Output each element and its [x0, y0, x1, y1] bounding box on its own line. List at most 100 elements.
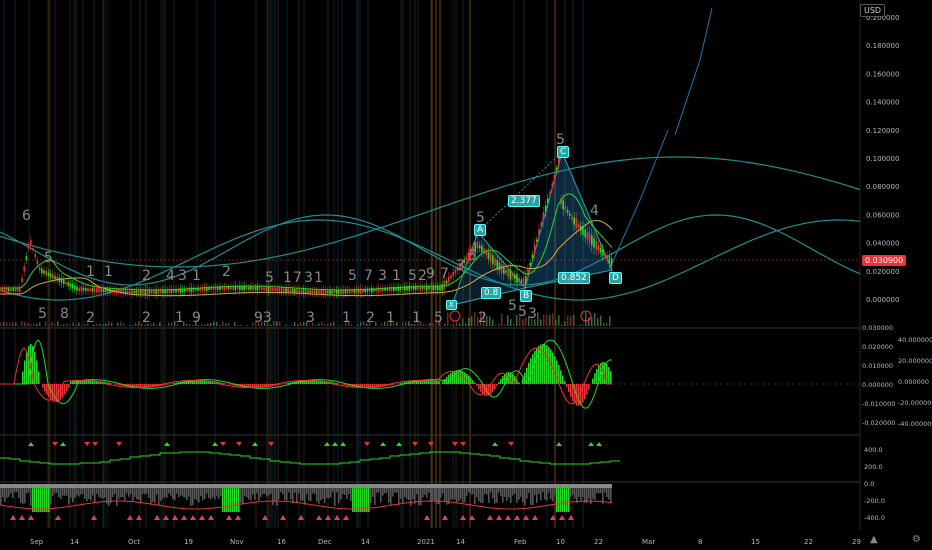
lower-axis: 400.0 200.0 0.0 -200.0 -400.0 [864, 446, 885, 522]
volume-bar [579, 324, 581, 326]
candle-body [291, 289, 294, 293]
volume-panel-bar [62, 488, 64, 496]
volume-panel-bar [232, 488, 234, 512]
volume-panel-bar [556, 488, 558, 512]
oscillator-bar [580, 384, 582, 405]
oscillator-right-axis-tick: -20.000000 [898, 399, 932, 407]
volume-bar [216, 321, 218, 326]
volume-panel-bar [278, 488, 280, 500]
oscillator-bar [608, 367, 610, 384]
volume-panel-bar [458, 488, 460, 502]
volume-panel-bar [8, 488, 10, 497]
volume-panel-bar [576, 488, 578, 503]
wave-number: 7 [440, 266, 449, 282]
volume-bar [318, 323, 320, 326]
volume-marker [559, 515, 565, 520]
volume-panel-bar [306, 488, 308, 495]
volume-panel-bar [36, 488, 38, 512]
volume-panel-bar [188, 488, 190, 497]
volume-panel-bar [102, 488, 104, 499]
buy-signal-arrow [380, 442, 386, 446]
volume-bar [78, 322, 80, 326]
oscillator-histogram [22, 344, 612, 406]
volume-panel-bar [548, 488, 550, 493]
chart-canvas[interactable]: 651 1 2 4 3 1 2 5 1 7 3 1 5 7 3 1 5 2 9 7 355545 8 2 2 1 9 93 3 1 2 1 1… [0, 0, 932, 550]
volume-panel-bar [238, 488, 240, 512]
volume-panel-bar [234, 488, 236, 512]
candle-body [49, 273, 52, 278]
volume-bar [126, 325, 128, 326]
volume-panel-bar [58, 488, 60, 498]
oscillator-bar [150, 384, 152, 388]
volume-panel-bar [256, 488, 258, 494]
candle-body [481, 245, 483, 252]
volume-panel-bar [434, 488, 436, 501]
volume-panel-bar [158, 488, 160, 506]
volume-panel-bar [174, 488, 176, 501]
volume-bar [447, 312, 449, 326]
volume-panel-bar [394, 488, 396, 493]
oscillator-right-axis-tick: 20.000000 [898, 357, 932, 365]
candle-body [439, 286, 441, 291]
volume-bar [468, 317, 470, 326]
volume-panel-bar [428, 488, 430, 493]
candle-body [102, 289, 105, 293]
volume-panel-bar [96, 488, 98, 494]
volume-panel-bar [344, 488, 346, 495]
candle-body [487, 251, 490, 260]
candle-body [54, 275, 56, 280]
currency-label[interactable]: USD [860, 4, 886, 17]
time-axis-tick: 29 [852, 538, 861, 546]
candle-body [5, 288, 8, 292]
volume-panel-bar [210, 488, 212, 500]
volume-panel-bar [514, 488, 516, 494]
volume-panel-bar [240, 488, 242, 503]
volume-panel-bar [604, 488, 606, 493]
candle-body [327, 290, 329, 294]
volume-panel-bar [214, 488, 216, 500]
candle-body [261, 287, 263, 291]
price-axis-tick: 0.120000 [866, 127, 899, 135]
volume-bar [291, 325, 293, 326]
volume-panel-bar [508, 488, 510, 498]
volume-panel-bar [386, 488, 388, 493]
volume-panel-bar [86, 488, 88, 502]
volume-panel-bar [260, 488, 262, 497]
oscillator-bar [544, 344, 546, 384]
volume-bar [561, 324, 563, 326]
volume-bar [102, 324, 104, 326]
candle-body [1, 288, 3, 292]
volume-bar [585, 312, 587, 326]
volume-panel-bar [570, 488, 572, 497]
candle-body [93, 288, 96, 292]
wave-number: 8 [60, 306, 69, 322]
oscillator-bar [66, 384, 68, 392]
volume-bar [327, 323, 329, 326]
volume-bar [453, 324, 455, 326]
oscillator-bar [26, 351, 28, 384]
volume-bar [381, 323, 383, 326]
candle-body [522, 277, 525, 287]
candle-body [478, 245, 481, 249]
wave-number: 3 [528, 306, 537, 322]
oscillator-bar [222, 383, 224, 384]
candle-body [434, 286, 437, 290]
signal-step-line [0, 451, 620, 465]
volume-panel-bar [40, 488, 42, 512]
volume-bar [99, 323, 101, 326]
volume-panel-bar [552, 488, 554, 502]
sell-signal-arrow [116, 442, 122, 446]
tradingview-logo-icon[interactable]: ▲ [870, 534, 878, 545]
candle-body [320, 290, 322, 294]
volume-panel-bar [94, 488, 96, 504]
volume-marker [343, 515, 349, 520]
candle-body [520, 279, 523, 283]
volume-bar [294, 322, 296, 326]
volume-bar [204, 324, 206, 326]
candle-body [69, 283, 72, 287]
volume-panel-bar [334, 488, 336, 506]
price-axis-tick: 0.020000 [866, 268, 899, 276]
wave-number-labels: 651 1 2 4 3 1 2 5 1 7 3 1 5 7 3 1 5 2 9 7 355545 8 2 2 1 9 93 3 1 2 1 1… [22, 132, 599, 326]
settings-gear-icon[interactable]: ⚙ [912, 534, 921, 545]
volume-panel-bar [420, 488, 422, 506]
